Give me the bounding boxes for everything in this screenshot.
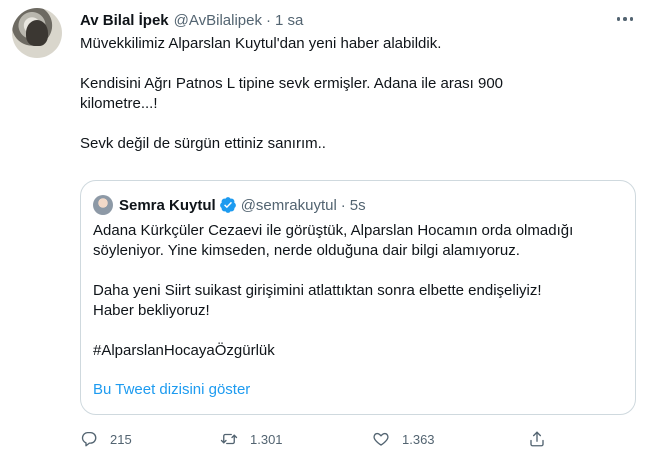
like-icon [373, 432, 389, 446]
quoted-handle: @semrakuytul [240, 196, 337, 214]
quoted-timestamp: 5s [349, 196, 366, 214]
verified-badge-icon [219, 197, 236, 213]
quoted-display-name: Semra Kuytul [119, 196, 216, 214]
retweet-count: 1.301 [250, 431, 283, 447]
tweet-paragraph: Müvekkilimiz Alparslan Kuytul'dan yeni h… [80, 35, 442, 52]
tweet-timestamp[interactable]: 1 sa [275, 12, 303, 29]
more-icon[interactable] [614, 10, 636, 28]
show-thread-link[interactable]: Bu Tweet dizisini göster [93, 381, 250, 398]
quoted-tweet-header: Semra Kuytul @semrakuytul · 5s [93, 195, 366, 215]
tweet[interactable]: Av Bilal İpek @AvBilalipek · 1 sa Müvekk… [0, 0, 650, 455]
retweet-button[interactable]: 1.301 [220, 428, 283, 450]
share-icon [530, 431, 544, 447]
like-count: 1.363 [402, 431, 435, 447]
author-handle[interactable]: @AvBilalipek [174, 12, 262, 29]
quoted-hashtag[interactable]: #AlparslanHocayaÖzgürlük [93, 341, 623, 361]
quoted-tweet[interactable]: Semra Kuytul @semrakuytul · 5s Adana Kür… [80, 180, 636, 415]
retweet-icon [220, 433, 238, 445]
like-button[interactable]: 1.363 [372, 428, 435, 450]
tweet-paragraph: Sevk değil de sürgün ettiniz sanırım.. [80, 135, 326, 152]
separator-dot: · [265, 11, 271, 29]
tweet-paragraph: Kendisini Ağrı Patnos L tipine sevk ermi… [80, 75, 504, 112]
quoted-tweet-text: Adana Kürkçüler Cezaevi ile görüştük, Al… [93, 221, 623, 361]
quoted-paragraph: Daha yeni Siirt suikast girişimini atlat… [93, 282, 542, 319]
reply-button[interactable]: 215 [80, 428, 132, 450]
quoted-paragraph: Adana Kürkçüler Cezaevi ile görüştük, Al… [93, 222, 574, 259]
reply-icon [81, 431, 97, 447]
tweet-header: Av Bilal İpek @AvBilalipek · 1 sa [80, 9, 303, 31]
reply-count: 215 [110, 431, 132, 447]
quoted-avatar [93, 195, 113, 215]
avatar[interactable] [12, 8, 62, 58]
author-display-name[interactable]: Av Bilal İpek [80, 12, 169, 29]
tweet-text: Müvekkilimiz Alparslan Kuytul'dan yeni h… [80, 34, 620, 154]
share-button[interactable] [528, 428, 558, 450]
separator-dot: · [340, 196, 346, 214]
